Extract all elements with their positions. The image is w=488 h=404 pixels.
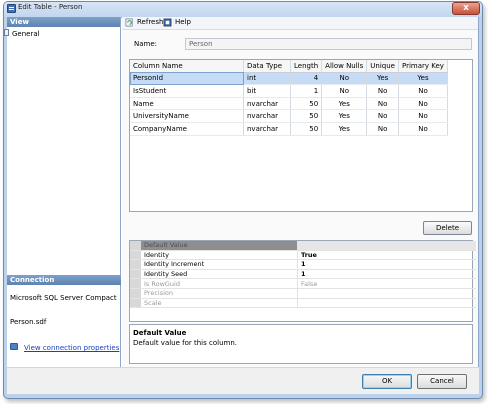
page-icon xyxy=(4,29,9,36)
cell-length[interactable]: 4 xyxy=(290,72,323,86)
view-connection-properties-link[interactable]: View connection properties xyxy=(24,344,119,352)
cell-length[interactable]: 50 xyxy=(290,122,323,136)
property-name: Identity Increment xyxy=(141,259,298,270)
property-value[interactable] xyxy=(297,241,476,251)
property-name: Scale xyxy=(141,298,298,309)
connection-header: Connection xyxy=(7,275,121,285)
header-allow-nulls[interactable]: Allow Nulls xyxy=(321,60,368,73)
property-row-precision[interactable]: Precision xyxy=(130,288,476,299)
close-button[interactable]: x xyxy=(452,2,480,15)
header-length[interactable]: Length xyxy=(290,60,323,73)
property-row-default-value[interactable]: Default Value xyxy=(130,241,476,251)
cell-data-type[interactable]: nvarchar xyxy=(243,122,291,136)
cell-column-name[interactable]: PersonId xyxy=(130,72,244,86)
connection-properties-icon xyxy=(10,343,18,350)
columns-header-row: Column Name Data Type Length Allow Nulls… xyxy=(130,60,448,73)
cell-unique[interactable]: No xyxy=(366,84,399,98)
cell-length[interactable]: 50 xyxy=(290,97,323,111)
property-row-is-rowguid[interactable]: Is RowGuid False xyxy=(130,278,476,289)
cell-primary-key[interactable]: No xyxy=(398,97,448,111)
property-value[interactable]: False xyxy=(297,278,476,289)
cell-length[interactable]: 1 xyxy=(290,84,323,98)
description-text: Default value for this column. xyxy=(133,339,237,347)
property-name: Is RowGuid xyxy=(141,278,298,289)
header-column-name[interactable]: Column Name xyxy=(130,60,244,73)
name-label: Name: xyxy=(134,40,158,48)
help-icon[interactable] xyxy=(163,18,172,27)
cell-data-type[interactable]: bit xyxy=(243,84,291,98)
property-name: Identity xyxy=(141,250,298,261)
property-value[interactable]: 1 xyxy=(297,269,476,280)
cell-data-type[interactable]: nvarchar xyxy=(243,109,291,123)
property-row-identity-seed[interactable]: Identity Seed 1 xyxy=(130,269,476,280)
property-value[interactable]: 1 xyxy=(297,259,476,270)
description-title: Default Value xyxy=(133,329,187,337)
property-name: Identity Seed xyxy=(141,269,298,280)
cell-column-name[interactable]: CompanyName xyxy=(130,122,244,136)
columns-table: Column Name Data Type Length Allow Nulls… xyxy=(130,60,448,136)
table-icon xyxy=(7,4,16,13)
nav-item-general[interactable]: General xyxy=(12,30,40,38)
cell-unique[interactable]: No xyxy=(366,109,399,123)
property-name: Precision xyxy=(141,288,298,299)
table-row[interactable]: UniversityName nvarchar 50 Yes No No xyxy=(130,109,448,123)
view-header: View xyxy=(7,17,120,27)
header-data-type[interactable]: Data Type xyxy=(243,60,291,73)
cell-unique[interactable]: No xyxy=(366,97,399,111)
property-value[interactable] xyxy=(297,288,476,299)
cell-allow-nulls[interactable]: No xyxy=(321,84,368,98)
cell-data-type[interactable]: nvarchar xyxy=(243,97,291,111)
connection-provider: Microsoft SQL Server Compact xyxy=(10,294,117,302)
cell-allow-nulls[interactable]: Yes xyxy=(321,109,368,123)
cell-primary-key[interactable]: Yes xyxy=(398,72,448,86)
cell-column-name[interactable]: Name xyxy=(130,97,244,111)
header-unique[interactable]: Unique xyxy=(366,60,399,73)
cell-allow-nulls[interactable]: Yes xyxy=(321,122,368,136)
table-row[interactable]: Name nvarchar 50 Yes No No xyxy=(130,97,448,111)
cell-primary-key[interactable]: No xyxy=(398,84,448,98)
connection-database: Person.sdf xyxy=(10,318,47,326)
property-name: Default Value xyxy=(141,241,298,251)
property-value[interactable] xyxy=(297,298,476,309)
property-table: Default Value Identity True Identity Inc… xyxy=(130,241,476,309)
table-row[interactable]: IsStudent bit 1 No No No xyxy=(130,84,448,98)
cell-allow-nulls[interactable]: Yes xyxy=(321,97,368,111)
cell-primary-key[interactable]: No xyxy=(398,122,448,136)
table-name-input[interactable]: Person xyxy=(185,38,472,50)
cell-unique[interactable]: No xyxy=(366,122,399,136)
property-row-identity[interactable]: Identity True xyxy=(130,250,476,261)
cell-allow-nulls[interactable]: No xyxy=(321,72,368,86)
property-value[interactable]: True xyxy=(297,250,476,261)
cell-column-name[interactable]: UniversityName xyxy=(130,109,244,123)
refresh-button[interactable]: Refresh xyxy=(137,18,163,26)
ok-button[interactable]: OK xyxy=(362,374,412,389)
cell-primary-key[interactable]: No xyxy=(398,109,448,123)
cell-data-type[interactable]: int xyxy=(243,72,291,86)
property-row-scale[interactable]: Scale xyxy=(130,298,476,309)
header-primary-key[interactable]: Primary Key xyxy=(398,60,448,73)
help-button[interactable]: Help xyxy=(175,18,191,26)
delete-button[interactable]: Delete xyxy=(423,221,472,235)
refresh-icon[interactable] xyxy=(125,18,134,27)
table-row[interactable]: PersonId int 4 No Yes Yes xyxy=(130,72,448,86)
cell-column-name[interactable]: IsStudent xyxy=(130,84,244,98)
cell-unique[interactable]: Yes xyxy=(366,72,399,86)
window-title: Edit Table - Person xyxy=(18,3,83,11)
cell-length[interactable]: 50 xyxy=(290,109,323,123)
property-row-identity-increment[interactable]: Identity Increment 1 xyxy=(130,259,476,270)
table-row[interactable]: CompanyName nvarchar 50 Yes No No xyxy=(130,122,448,136)
cancel-button[interactable]: Cancel xyxy=(417,374,467,389)
